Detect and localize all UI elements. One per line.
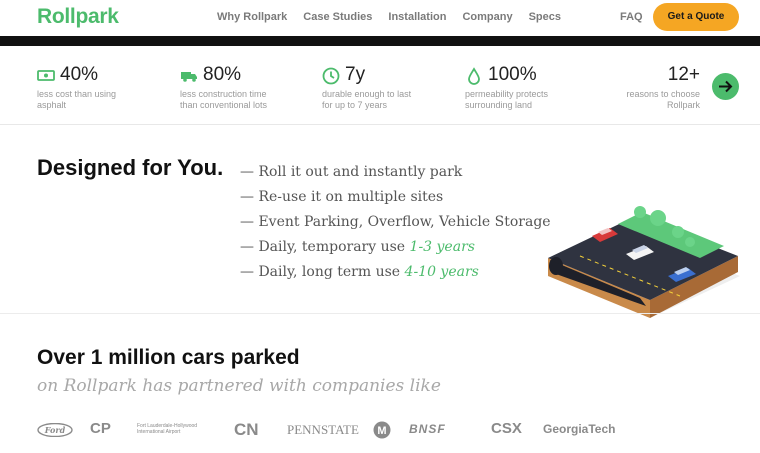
stat-desc-line1: permeability protects bbox=[465, 89, 549, 99]
stat-desc-line1: less cost than using bbox=[37, 89, 117, 99]
get-a-quote-button[interactable]: Get a Quote bbox=[653, 3, 739, 31]
partner-logo-fll-airport: Fort Lauderdale-Hollywood International … bbox=[137, 423, 198, 435]
feature-highlight: 4-10 years bbox=[404, 264, 479, 280]
stat-cost: 40% less cost than using asphalt bbox=[37, 64, 116, 111]
feature-item: — Roll it out and instantly park bbox=[240, 160, 551, 185]
stat-value: 7y bbox=[345, 64, 366, 85]
rollpark-logo[interactable]: Rollpark bbox=[37, 5, 119, 29]
logo-text: Ford bbox=[44, 425, 66, 435]
partners-subtitle: on Rollpark has partnered with companies… bbox=[37, 376, 441, 396]
stats-strip: 40% less cost than using asphalt 80% less… bbox=[0, 46, 760, 125]
arrow-right-icon bbox=[719, 80, 733, 93]
partner-logo-pennstate: PENNSTATE bbox=[287, 422, 359, 437]
feature-item: — Daily, long term use 4-10 years bbox=[240, 260, 551, 285]
feature-text: — Re-use it on multiple sites bbox=[240, 189, 444, 205]
feature-item: — Event Parking, Overflow, Vehicle Stora… bbox=[240, 210, 551, 235]
designed-title: Designed for You. bbox=[37, 155, 224, 180]
stat-value: 80% bbox=[203, 64, 242, 85]
stat-desc-line1: reasons to choose bbox=[626, 89, 700, 99]
nav-link-specs[interactable]: Specs bbox=[529, 11, 561, 23]
nav-link-why-rollpark[interactable]: Why Rollpark bbox=[217, 11, 287, 23]
stat-desc-line2: asphalt bbox=[37, 100, 67, 110]
feature-list: — Roll it out and instantly park — Re-us… bbox=[240, 160, 551, 285]
partner-logos: Ford CP Fort Lauderdale-Hollywood Intern… bbox=[37, 420, 737, 444]
partner-logo-csx: CSX bbox=[491, 420, 522, 437]
truck-icon bbox=[180, 67, 198, 83]
stat-desc-line1: durable enough to last bbox=[322, 89, 412, 99]
partner-logo-m: M bbox=[373, 421, 391, 444]
nav-link-faq[interactable]: FAQ bbox=[620, 11, 643, 23]
feature-text: — Daily, long term use bbox=[240, 264, 405, 280]
nav-link-case-studies[interactable]: Case Studies bbox=[303, 11, 372, 23]
parking-lot-illustration bbox=[548, 206, 740, 318]
partner-logo-bnsf: BNSF bbox=[409, 422, 446, 436]
stat-reasons: 12+ reasons to choose Rollpark bbox=[620, 64, 700, 111]
stat-value: 40% bbox=[60, 64, 99, 85]
stat-value: 12+ bbox=[667, 64, 700, 85]
feature-highlight: 1-3 years bbox=[409, 239, 475, 255]
next-arrow-button[interactable] bbox=[712, 73, 739, 100]
section-divider bbox=[0, 313, 760, 314]
clock-icon bbox=[322, 67, 340, 85]
water-drop-icon bbox=[465, 67, 483, 85]
top-nav: Rollpark Why Rollpark Case Studies Insta… bbox=[0, 0, 760, 36]
nav-link-company[interactable]: Company bbox=[462, 11, 512, 23]
feature-item: — Daily, temporary use 1-3 years bbox=[240, 235, 551, 260]
feature-text: — Roll it out and instantly park bbox=[240, 164, 463, 180]
stat-desc-line1: less construction time bbox=[180, 89, 267, 99]
partner-logo-georgiatech: GeorgiaTech bbox=[543, 422, 616, 436]
money-icon bbox=[37, 67, 55, 83]
partners-title: Over 1 million cars parked bbox=[37, 346, 300, 369]
stat-permeability: 100% permeability protects surrounding la… bbox=[465, 64, 548, 111]
partner-logo-ford: Ford bbox=[37, 422, 73, 442]
feature-item: — Re-use it on multiple sites bbox=[240, 185, 551, 210]
stat-durability: 7y durable enough to last for up to 7 yea… bbox=[322, 64, 411, 111]
logo-text: M bbox=[377, 425, 386, 437]
stat-desc-line2: for up to 7 years bbox=[322, 100, 388, 110]
feature-text: — Daily, temporary use bbox=[240, 239, 410, 255]
stat-construction: 80% less construction time than conventio… bbox=[180, 64, 267, 111]
nav-link-installation[interactable]: Installation bbox=[388, 11, 446, 23]
partner-logo-cp: CP bbox=[90, 420, 111, 437]
hero-bottom-edge bbox=[0, 36, 760, 46]
stat-desc-line2: Rollpark bbox=[666, 100, 700, 110]
feature-text: — Event Parking, Overflow, Vehicle Stora… bbox=[240, 214, 551, 230]
stat-value: 100% bbox=[488, 64, 537, 85]
stat-desc-line2: surrounding land bbox=[465, 100, 533, 110]
partner-logo-cn: CN bbox=[234, 420, 259, 439]
nav-links: Why Rollpark Case Studies Installation C… bbox=[217, 11, 577, 23]
stat-desc-line2: than conventional lots bbox=[180, 100, 268, 110]
